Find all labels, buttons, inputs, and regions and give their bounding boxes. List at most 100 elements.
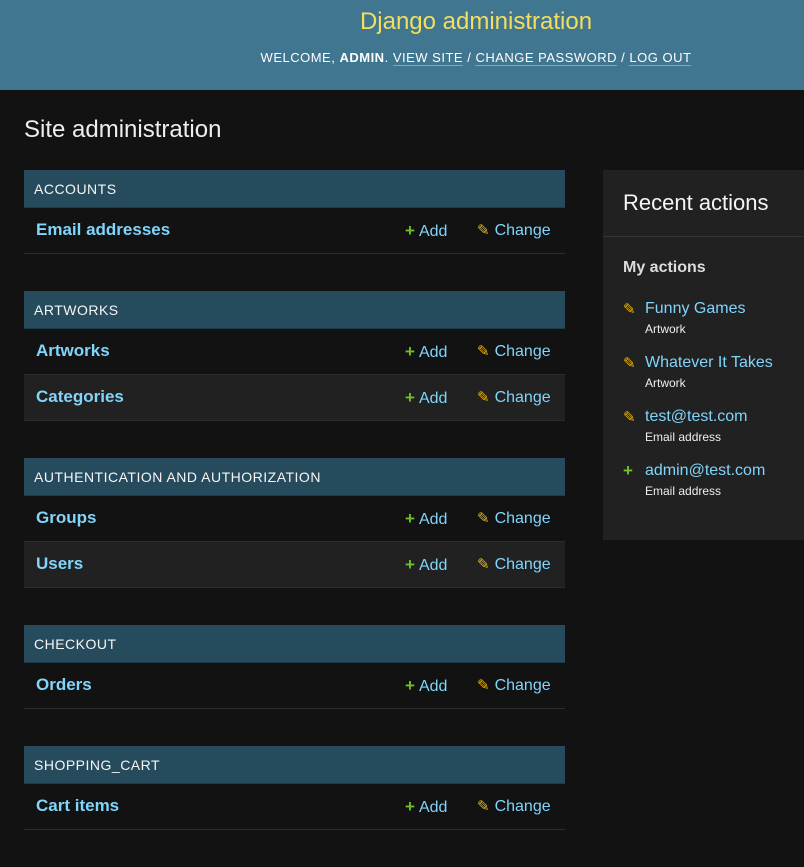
plus-icon: + [405, 676, 415, 695]
module-auth: Authentication and Authorization Groups … [24, 458, 565, 588]
change-button[interactable]: ✎ Change [477, 388, 551, 407]
add-label: Add [418, 344, 448, 361]
separator: / [467, 50, 472, 65]
separator: / [621, 50, 626, 65]
plus-icon: + [405, 342, 415, 361]
action-item: + admin@test.com Email address [623, 461, 804, 516]
module-caption[interactable]: Checkout [24, 625, 565, 663]
change-label: Change [494, 343, 551, 360]
model-link-categories[interactable]: Categories [36, 387, 124, 407]
add-button[interactable]: + Add [405, 797, 447, 817]
pencil-icon: ✎ [477, 343, 490, 360]
site-name[interactable]: Django administration [0, 8, 804, 36]
app-list: Accounts Email addresses + Add ✎ Change Ar… [24, 170, 565, 867]
plus-icon: + [405, 509, 415, 528]
recent-actions-panel: Recent actions My actions ✎ Funny Games … [603, 170, 804, 540]
model-link-email-addresses[interactable]: Email addresses [36, 220, 170, 240]
change-button[interactable]: ✎ Change [477, 342, 551, 361]
action-type: Artwork [645, 376, 686, 390]
user-tools: Welcome, admin. View site / Change passw… [0, 50, 804, 66]
log-out-link[interactable]: Log out [629, 50, 692, 66]
action-item: ✎ test@test.com Email address [623, 408, 804, 462]
module-caption[interactable]: Authentication and Authorization [24, 458, 565, 496]
pencil-icon: ✎ [477, 556, 490, 573]
change-label: Change [494, 798, 551, 815]
change-label: Change [494, 389, 551, 406]
module-caption-link[interactable]: Accounts [34, 181, 117, 197]
action-link[interactable]: Whatever It Takes [645, 354, 773, 372]
site-name-link[interactable]: Django administration [360, 8, 592, 35]
model-link-orders[interactable]: Orders [36, 675, 92, 695]
model-link-groups[interactable]: Groups [36, 508, 96, 528]
model-row-artworks: Artworks + Add ✎ Change [24, 329, 565, 375]
module-shopping-cart: Shopping_cart Cart items + Add ✎ Change [24, 746, 565, 830]
page-title: Site administration [24, 116, 222, 143]
plus-icon: + [623, 461, 633, 480]
change-button[interactable]: ✎ Change [477, 555, 551, 574]
change-password-link[interactable]: Change password [475, 50, 618, 66]
model-row-users: Users + Add ✎ Change [24, 542, 565, 588]
my-actions-title: My actions [623, 259, 706, 276]
change-button[interactable]: ✎ Change [477, 797, 551, 816]
add-button[interactable]: + Add [405, 342, 447, 362]
module-caption-link[interactable]: Shopping_cart [34, 757, 160, 773]
module-caption[interactable]: Shopping_cart [24, 746, 565, 784]
model-row-groups: Groups + Add ✎ Change [24, 496, 565, 542]
action-item: ✎ Whatever It Takes Artwork [623, 354, 804, 408]
module-caption-link[interactable]: Artworks [34, 302, 119, 318]
model-row-orders: Orders + Add ✎ Change [24, 663, 565, 709]
pencil-icon: ✎ [623, 409, 636, 426]
plus-icon: + [405, 221, 415, 240]
pencil-icon: ✎ [477, 677, 490, 694]
welcome-period: . [384, 50, 389, 65]
module-artworks: Artworks Artworks + Add ✎ Change Categorie… [24, 291, 565, 421]
model-row-cart-items: Cart items + Add ✎ Change [24, 784, 565, 830]
module-caption-link[interactable]: Authentication and Authorization [34, 469, 321, 485]
module-caption[interactable]: Accounts [24, 170, 565, 208]
pencil-icon: ✎ [477, 222, 490, 239]
pencil-icon: ✎ [477, 389, 490, 406]
plus-icon: + [405, 555, 415, 574]
action-link[interactable]: Funny Games [645, 300, 745, 318]
view-site-link[interactable]: View site [392, 50, 464, 66]
pencil-icon: ✎ [477, 510, 490, 527]
plus-icon: + [405, 797, 415, 816]
action-link[interactable]: admin@test.com [645, 462, 765, 480]
pencil-icon: ✎ [623, 301, 636, 318]
change-button[interactable]: ✎ Change [477, 221, 551, 240]
change-button[interactable]: ✎ Change [477, 676, 551, 695]
action-link[interactable]: test@test.com [645, 408, 748, 426]
plus-icon: + [405, 388, 415, 407]
module-caption-link[interactable]: Checkout [34, 636, 117, 652]
module-caption[interactable]: Artworks [24, 291, 565, 329]
add-button[interactable]: + Add [405, 676, 447, 696]
action-type: Email address [645, 484, 722, 498]
add-label: Add [418, 223, 448, 240]
action-type: Email address [645, 430, 722, 444]
add-button[interactable]: + Add [405, 221, 447, 241]
change-label: Change [494, 222, 551, 239]
model-row-email-addresses: Email addresses + Add ✎ Change [24, 208, 565, 254]
model-link-users[interactable]: Users [36, 554, 83, 574]
model-row-categories: Categories + Add ✎ Change [24, 375, 565, 421]
recent-actions-title: Recent actions [623, 190, 769, 215]
model-link-cart-items[interactable]: Cart items [36, 796, 119, 816]
module-checkout: Checkout Orders + Add ✎ Change [24, 625, 565, 709]
divider [603, 236, 804, 237]
change-label: Change [494, 510, 551, 527]
action-type: Artwork [645, 322, 686, 336]
add-button[interactable]: + Add [405, 388, 447, 408]
add-label: Add [418, 557, 448, 574]
add-label: Add [418, 390, 448, 407]
header: Django administration Welcome, admin. Vi… [0, 0, 804, 90]
module-accounts: Accounts Email addresses + Add ✎ Change [24, 170, 565, 254]
username: admin [339, 50, 385, 65]
change-label: Change [494, 677, 551, 694]
add-button[interactable]: + Add [405, 509, 447, 529]
add-button[interactable]: + Add [405, 555, 447, 575]
pencil-icon: ✎ [623, 355, 636, 372]
add-label: Add [418, 678, 448, 695]
model-link-artworks[interactable]: Artworks [36, 341, 110, 361]
change-button[interactable]: ✎ Change [477, 509, 551, 528]
add-label: Add [418, 799, 448, 816]
